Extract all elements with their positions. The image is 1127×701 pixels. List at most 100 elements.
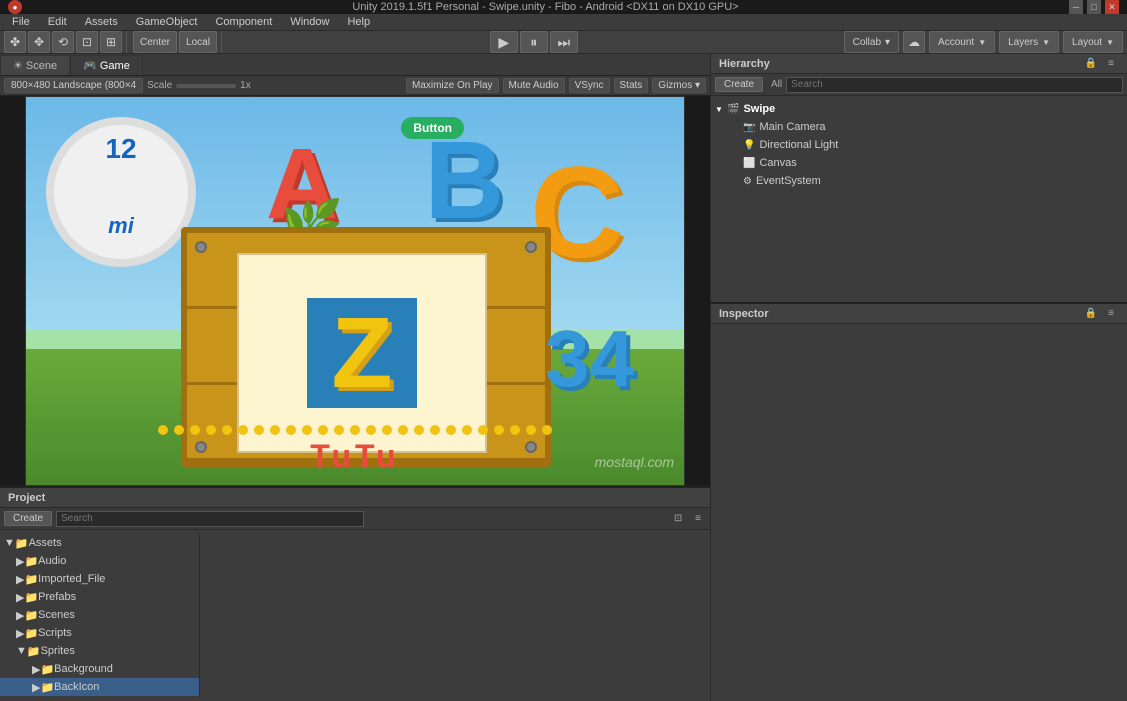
hierarchy-search-input[interactable] <box>786 77 1123 93</box>
center-button[interactable]: Center <box>133 31 177 53</box>
transform-tools: ✤ ✥ ⟲ ⊡ ⊞ <box>4 31 127 53</box>
tree-item-main-camera[interactable]: 📷 Main Camera <box>711 118 1127 136</box>
gizmos-button[interactable]: Gizmos ▾ <box>652 78 706 93</box>
account-button[interactable]: Account <box>929 31 995 53</box>
scale-label: Scale <box>147 80 172 91</box>
game-scene: 12 mi Button A B C 🌿 <box>25 96 685 486</box>
stats-button[interactable]: Stats <box>614 78 649 93</box>
scripts-arrow: ▶ <box>16 627 24 640</box>
project-item-english-lettres[interactable]: ▶ 📁 EnglishLettres <box>0 696 199 697</box>
resolution-label: 800×480 Landscape (800×4 <box>11 80 136 91</box>
maximize-button[interactable]: □ <box>1087 0 1101 14</box>
prefabs-arrow: ▶ <box>16 591 24 604</box>
game-options-bar: 800×480 Landscape (800×4 Scale 1x Maximi… <box>0 76 710 96</box>
paper-card: Z <box>237 253 487 453</box>
maximize-on-play-button[interactable]: Maximize On Play <box>406 78 499 93</box>
menu-gameobject[interactable]: GameObject <box>128 14 206 30</box>
project-item-scenes[interactable]: ▶ 📁 Scenes <box>0 606 199 624</box>
hand-tool[interactable]: ✤ <box>4 31 26 53</box>
project-item-scripts[interactable]: ▶ 📁 Scripts <box>0 624 199 642</box>
move-tool[interactable]: ✥ <box>28 31 50 53</box>
scene-tab[interactable]: ☀ Scene <box>0 55 70 75</box>
rotate-tool[interactable]: ⟲ <box>52 31 74 53</box>
project-item-imported-file[interactable]: ▶ 📁 Imported_File <box>0 570 199 588</box>
dot-19 <box>446 425 456 435</box>
swipe-scene-icon: 🎬 <box>727 104 739 115</box>
dot-20 <box>462 425 472 435</box>
project-create-button[interactable]: Create <box>4 511 52 526</box>
tree-item-canvas[interactable]: ⬜ Canvas <box>711 154 1127 172</box>
project-item-background[interactable]: ▶ 📁 Background <box>0 660 199 678</box>
tree-item-swipe[interactable]: ▼ 🎬 Swipe <box>711 100 1127 118</box>
imported-arrow: ▶ <box>16 573 24 586</box>
inspector-options-icon[interactable]: ≡ <box>1103 306 1119 322</box>
resolution-dropdown[interactable]: 800×480 Landscape (800×4 <box>4 78 143 93</box>
project-item-assets[interactable]: ▼ 📁 Assets <box>0 534 199 552</box>
project-options-icon[interactable]: ≡ <box>690 511 706 527</box>
layers-button[interactable]: Layers <box>999 31 1059 53</box>
project-content-area <box>200 534 710 697</box>
inspector-content <box>711 324 1127 701</box>
dot-22 <box>494 425 504 435</box>
menu-component[interactable]: Component <box>207 14 280 30</box>
hierarchy-title: Hierarchy <box>719 58 770 70</box>
view-tabs: ☀ Scene 🎮 Game <box>0 54 710 76</box>
menu-assets[interactable]: Assets <box>77 14 126 30</box>
hierarchy-header: Hierarchy 🔒 ≡ <box>711 54 1127 74</box>
event-system-icon: ⚙ <box>743 176 752 187</box>
project-panel: Project Create ⊡ ≡ ▼ 📁 Assets <box>0 486 710 701</box>
background-folder-icon: 📁 <box>40 663 54 676</box>
inspector-header-right: 🔒 ≡ <box>1083 306 1119 322</box>
minimize-button[interactable]: ─ <box>1069 0 1083 14</box>
collab-button[interactable]: Collab ▾ <box>844 31 899 53</box>
project-search-input[interactable] <box>56 511 364 527</box>
inspector-title: Inspector <box>719 308 769 320</box>
menu-help[interactable]: Help <box>339 14 378 30</box>
dot-10 <box>302 425 312 435</box>
tree-item-event-system[interactable]: ⚙ EventSystem <box>711 172 1127 190</box>
hierarchy-toolbar: Create All <box>711 74 1127 96</box>
dot-24 <box>526 425 536 435</box>
mute-audio-button[interactable]: Mute Audio <box>503 78 565 93</box>
main-columns: ☀ Scene 🎮 Game 800×480 Landscape (800×4 … <box>0 54 1127 701</box>
scale-tool[interactable]: ⊡ <box>76 31 98 53</box>
close-button[interactable]: ✕ <box>1105 0 1119 14</box>
layout-label: Layout <box>1072 37 1102 48</box>
cloud-button[interactable]: ☁ <box>903 31 925 53</box>
hierarchy-options-icon[interactable]: ≡ <box>1103 56 1119 72</box>
prefabs-label: Prefabs <box>38 591 76 603</box>
play-button[interactable]: ▶ <box>490 31 518 53</box>
project-item-prefabs[interactable]: ▶ 📁 Prefabs <box>0 588 199 606</box>
hierarchy-create-button[interactable]: Create <box>715 77 763 92</box>
dot-18 <box>430 425 440 435</box>
local-button[interactable]: Local <box>179 31 217 53</box>
pause-button[interactable]: ⏸ <box>520 31 548 53</box>
imported-label: Imported_File <box>38 573 105 585</box>
game-tab[interactable]: 🎮 Game <box>70 55 143 75</box>
menu-window[interactable]: Window <box>282 14 337 30</box>
vsync-button[interactable]: VSync <box>569 78 610 93</box>
tutu-logo: TuTu <box>310 438 399 475</box>
project-item-audio[interactable]: ▶ 📁 Audio <box>0 552 199 570</box>
project-collapse-icon[interactable]: ⊡ <box>670 511 686 527</box>
inspector-lock-icon[interactable]: 🔒 <box>1083 306 1099 322</box>
scenes-folder-icon: 📁 <box>24 609 38 622</box>
menu-file[interactable]: File <box>4 14 38 30</box>
audio-folder-icon: 📁 <box>24 555 38 568</box>
project-item-back-icon[interactable]: ▶ 📁 BackIcon <box>0 678 199 696</box>
tree-item-directional-light[interactable]: 💡 Directional Light <box>711 136 1127 154</box>
hierarchy-lock-icon[interactable]: 🔒 <box>1083 56 1099 72</box>
unity-logo: ● <box>8 0 22 14</box>
assets-folder-icon: 📁 <box>15 537 29 550</box>
step-button[interactable]: ⏭ <box>550 31 578 53</box>
dots-row <box>26 425 684 435</box>
project-item-sprites[interactable]: ▼ 📁 Sprites <box>0 642 199 660</box>
layout-button[interactable]: Layout <box>1063 31 1123 53</box>
rect-tool[interactable]: ⊞ <box>100 31 122 53</box>
menu-edit[interactable]: Edit <box>40 14 75 30</box>
audio-label: Audio <box>38 555 66 567</box>
dot-12 <box>334 425 344 435</box>
background-label: Background <box>54 663 113 675</box>
dot-1 <box>158 425 168 435</box>
camera-icon: 📷 <box>743 122 755 133</box>
